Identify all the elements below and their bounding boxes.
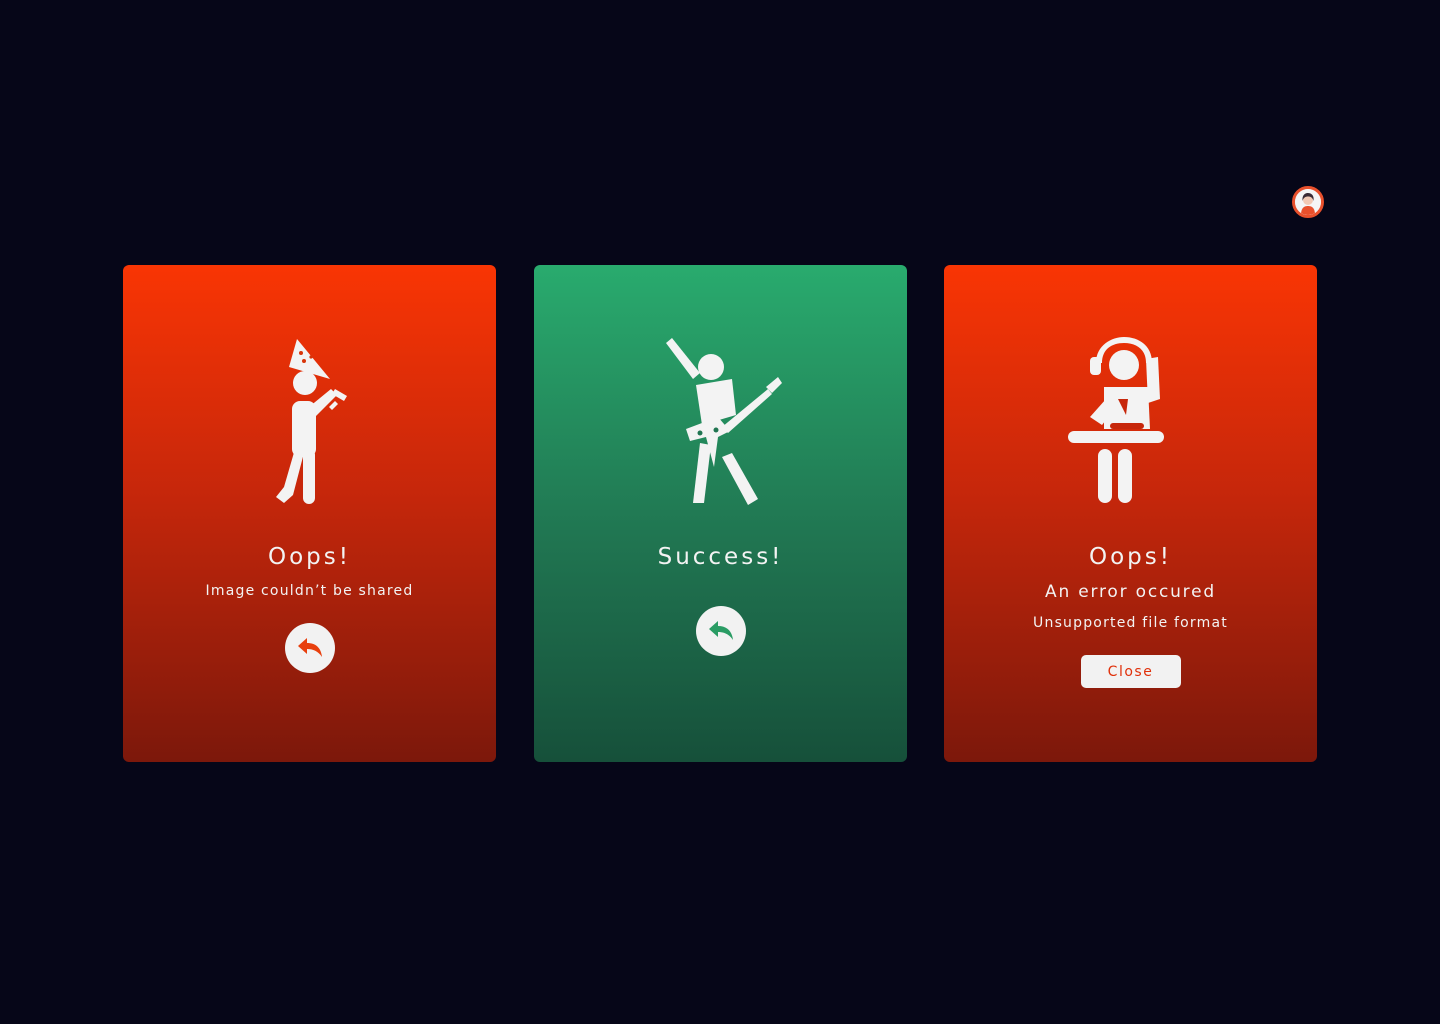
share-error-card: Oops! Image couldn’t be shared xyxy=(123,265,496,762)
card-message: Image couldn’t be shared xyxy=(205,583,414,599)
user-avatar-icon[interactable] xyxy=(1292,186,1324,218)
guitarist-figure-icon xyxy=(656,337,786,507)
card-detail: Unsupported file format xyxy=(1033,615,1228,631)
back-button[interactable] xyxy=(284,623,335,673)
dj-figure-icon xyxy=(1066,337,1196,507)
close-button[interactable]: Close xyxy=(1080,655,1181,688)
page: Oops! Image couldn’t be shared Success! … xyxy=(0,0,1440,1024)
reply-arrow-icon xyxy=(297,638,322,657)
card-title: Success! xyxy=(657,544,784,570)
reply-arrow-icon xyxy=(708,621,733,640)
card-message: An error occured xyxy=(1045,582,1216,602)
success-card: Success! xyxy=(534,265,907,762)
card-title: Oops! xyxy=(1089,544,1172,570)
format-error-card: Oops! An error occured Unsupported file … xyxy=(944,265,1317,762)
card-title: Oops! xyxy=(268,544,351,570)
back-button[interactable] xyxy=(695,606,746,656)
party-hat-figure-icon xyxy=(245,337,375,507)
